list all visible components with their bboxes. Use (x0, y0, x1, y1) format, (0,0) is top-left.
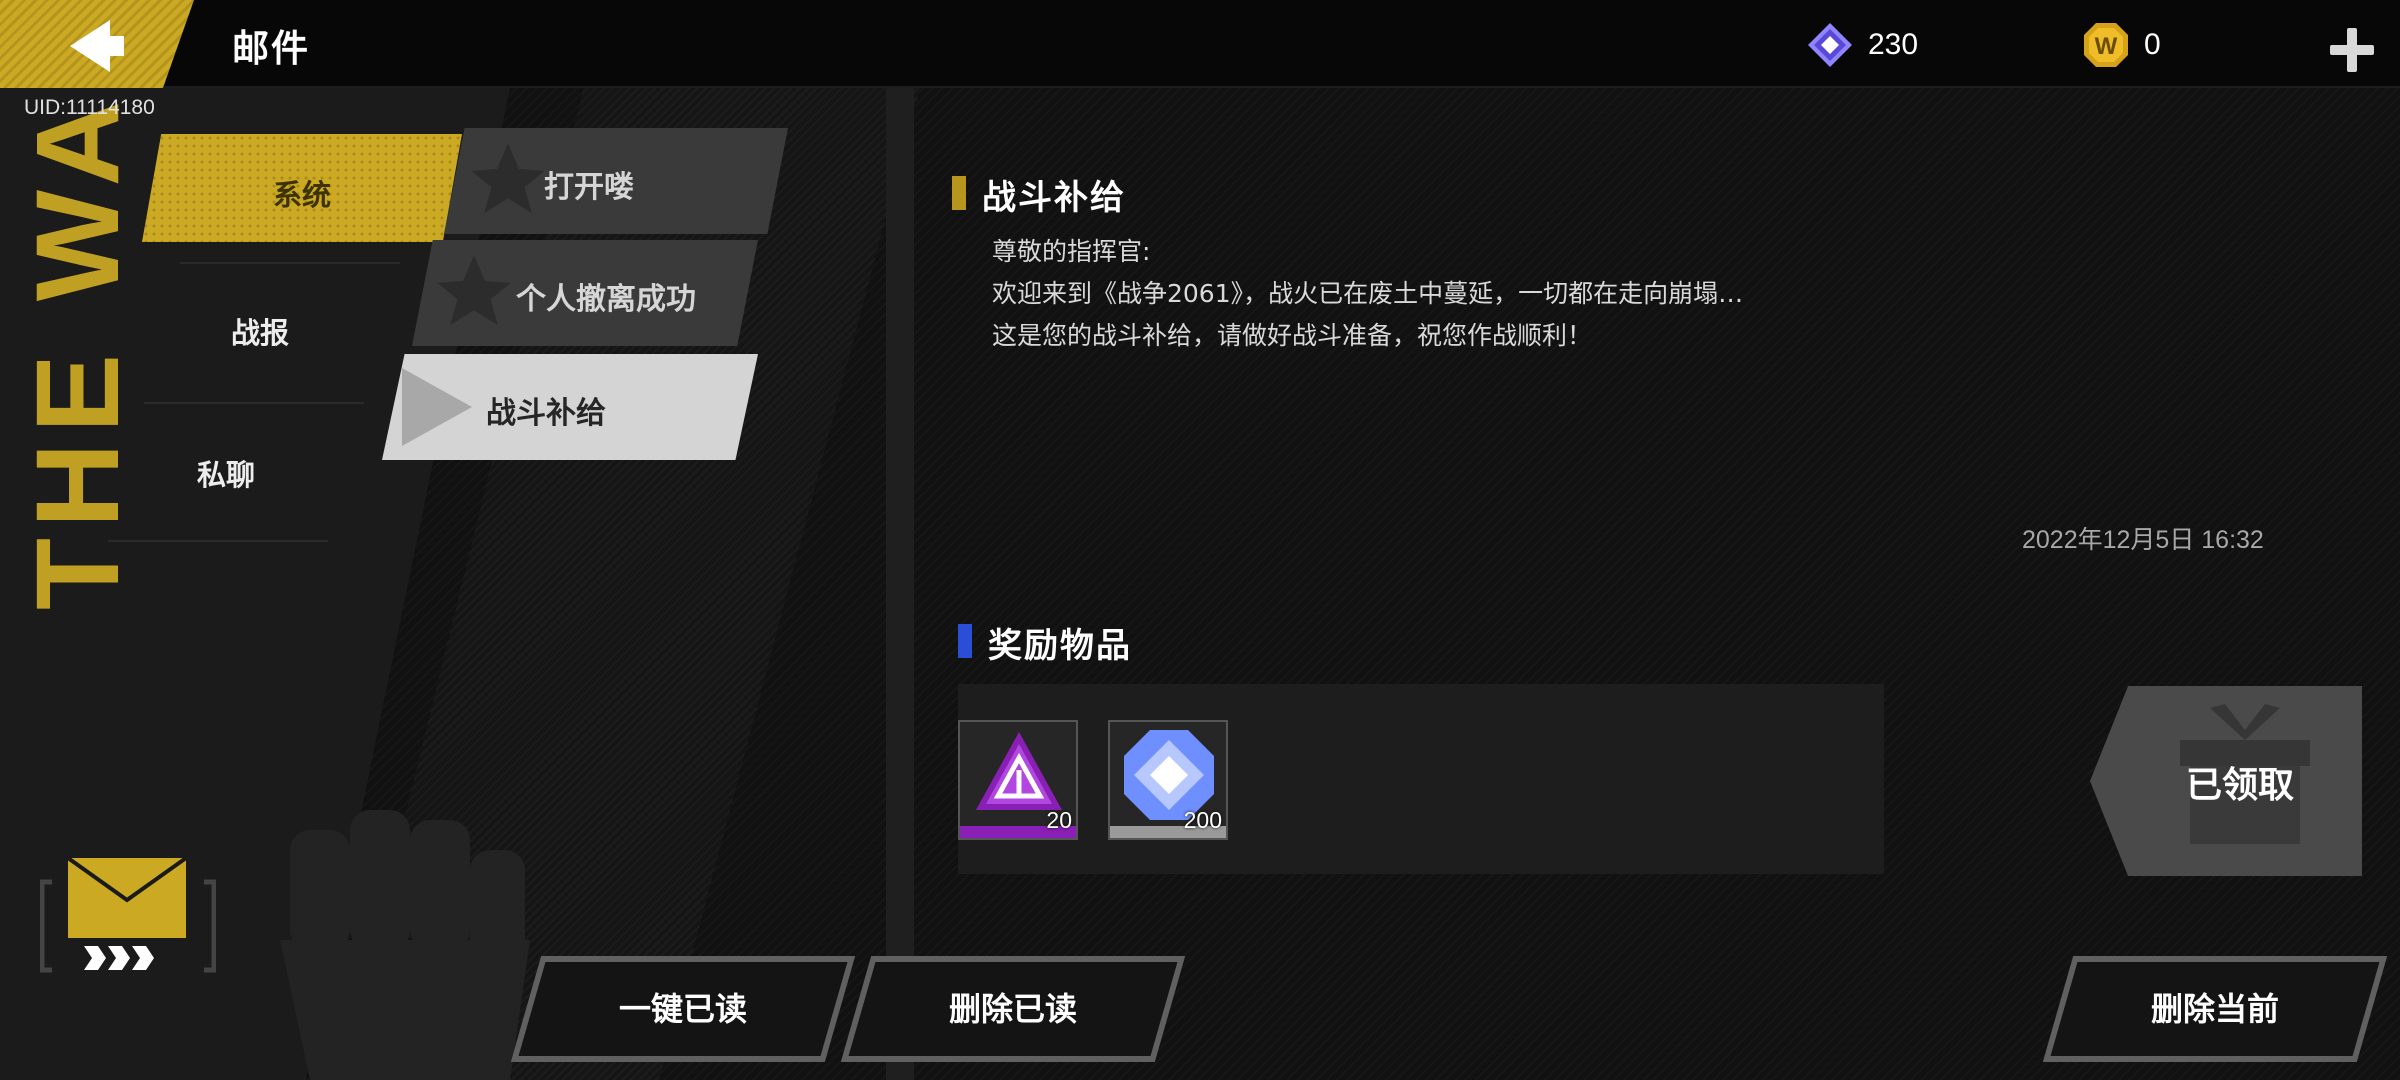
mail-list-item[interactable]: 打开喽 (444, 128, 788, 234)
back-arrow-icon (70, 20, 124, 72)
claimed-button[interactable]: 已领取 (2090, 686, 2362, 876)
envelope-icon (40, 856, 216, 973)
svg-text:W: W (2095, 33, 2118, 60)
mail-title: 战斗补给 (486, 396, 606, 431)
star-icon (437, 255, 511, 325)
tab-private-chat[interactable]: 私聊 (146, 452, 306, 494)
selected-arrow-icon (402, 368, 472, 446)
divider (180, 262, 400, 264)
mail-body-line: 尊敬的指挥官: (992, 237, 1151, 266)
user-id: UID:11114180 (24, 96, 155, 119)
delete-read-label: 删除已读 (948, 990, 1077, 1028)
diamond-currency: 230 (1806, 22, 1918, 68)
tab-system[interactable]: 系统 (142, 134, 462, 242)
page-title: 邮件 (232, 27, 310, 70)
the-war-watermark: THE WAR (12, 0, 144, 610)
mail-title: 打开喽 (544, 170, 634, 205)
gold-currency: W 0 (2082, 22, 2161, 68)
back-button[interactable] (0, 0, 194, 88)
mail-subject: 战斗补给 (982, 178, 1126, 218)
rewards-title: 奖励物品 (988, 626, 1132, 666)
rewards-panel (958, 684, 1884, 874)
reward-item[interactable]: 20 (958, 720, 1078, 840)
claimed-label: 已领取 (2186, 765, 2295, 806)
mail-list-item-selected[interactable]: 战斗补给 (382, 354, 758, 460)
delete-read-button[interactable]: 删除已读 (840, 956, 1186, 1062)
top-bar: 邮件 230 W 0 (0, 0, 2400, 88)
delete-current-label: 删除当前 (2150, 990, 2279, 1028)
reward-count: 20 (1046, 807, 1072, 833)
diamond-gem-icon (1808, 23, 1852, 67)
reward-item[interactable]: 200 (1108, 720, 1228, 840)
mail-list-item[interactable]: 个人撤离成功 (412, 240, 758, 346)
section-marker (952, 176, 966, 210)
reward-count: 200 (1183, 807, 1222, 833)
mail-date: 2022年12月5日 16:32 (2022, 526, 2264, 554)
delete-current-button[interactable]: 删除当前 (2042, 956, 2388, 1062)
gold-count: 0 (2144, 28, 2161, 61)
diamond-count: 230 (1868, 28, 1919, 61)
add-currency-button[interactable] (2330, 28, 2374, 72)
mail-title: 个人撤离成功 (516, 282, 696, 317)
panel-divider (886, 88, 914, 1080)
star-icon (471, 143, 545, 213)
divider (108, 540, 328, 542)
tab-system-label: 系统 (272, 178, 331, 212)
divider (144, 402, 364, 404)
mail-screen: THE WAR 邮件 230 W 0 UID:11114180 系统 战报 私聊… (0, 0, 2400, 1080)
mark-all-read-label: 一键已读 (618, 990, 747, 1028)
fist-watermark-icon (280, 810, 530, 1080)
tab-battle-report[interactable]: 战报 (180, 310, 340, 352)
section-marker (958, 624, 972, 658)
gold-coin-icon: W (2084, 23, 2128, 67)
mail-body-line: 欢迎来到《战争2061》，战火已在废土中蔓延，一切都在走向崩塌… (992, 279, 1744, 308)
mark-all-read-button[interactable]: 一键已读 (510, 956, 856, 1062)
mail-body-line: 这是您的战斗补给，请做好战斗准备，祝您作战顺利！ (992, 321, 1593, 350)
